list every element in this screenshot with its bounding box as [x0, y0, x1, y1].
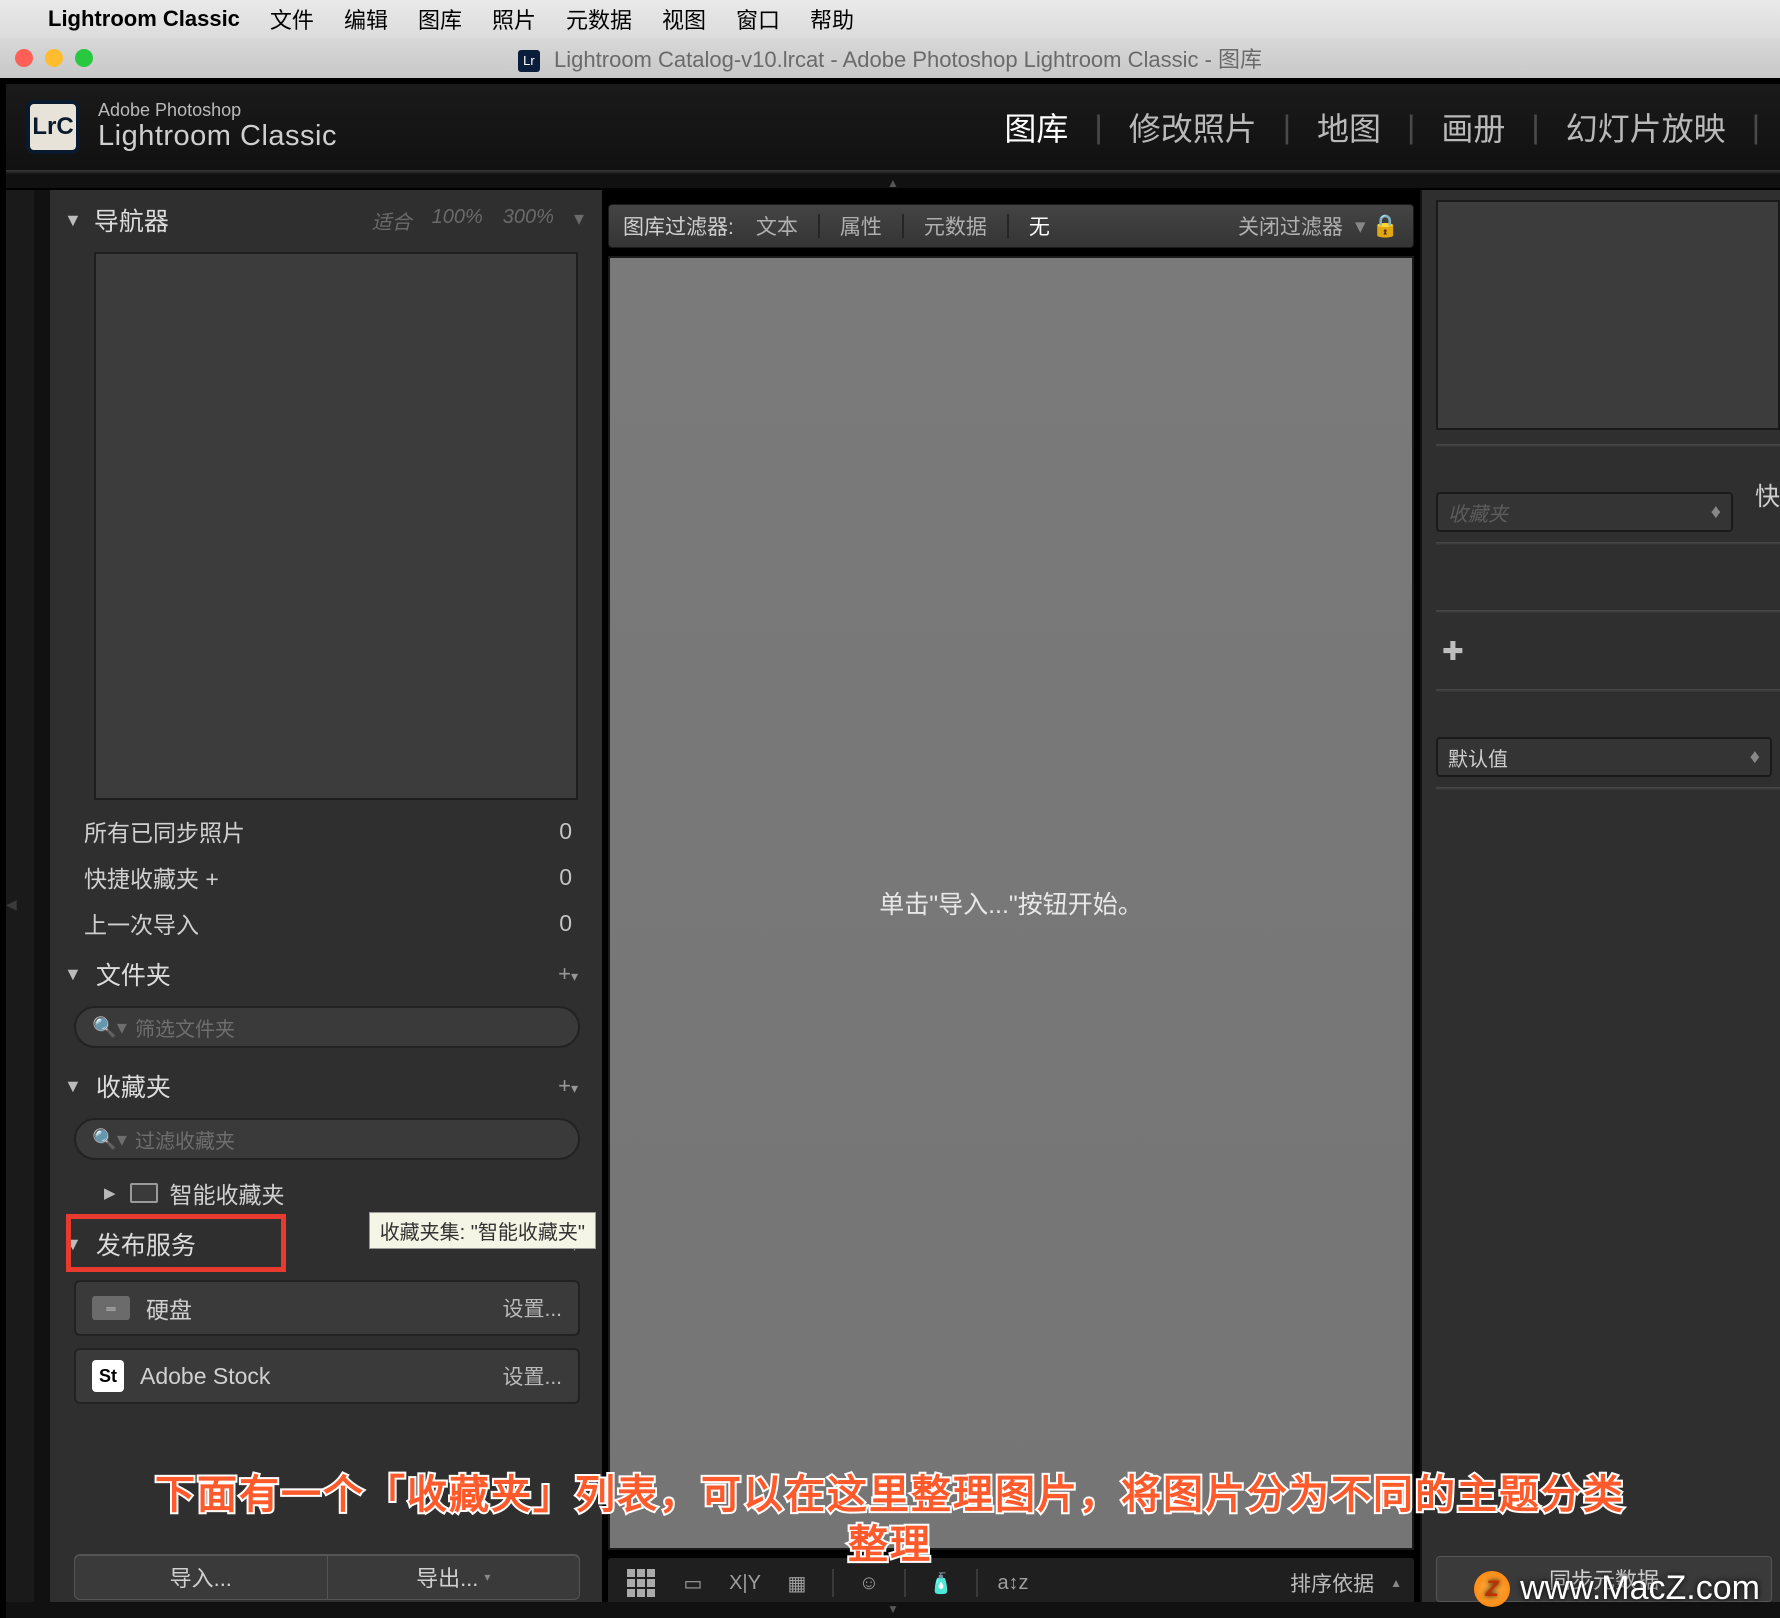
center-handle-top[interactable]: ▲: [6, 174, 1780, 188]
menu-photo[interactable]: 照片: [492, 3, 536, 35]
empty-hint: 单击"导入..."按钮开始。: [879, 885, 1143, 921]
chevron-right-icon: ▶: [104, 1184, 116, 1202]
zoom-fit[interactable]: 适合: [372, 206, 412, 235]
chevron-down-icon: ▼: [64, 210, 82, 231]
navigator-preview[interactable]: [94, 252, 578, 800]
menu-edit[interactable]: 编辑: [344, 3, 388, 35]
window-minimize-button[interactable]: [45, 49, 63, 67]
filter-none[interactable]: 无: [1025, 211, 1054, 241]
publish-adobestock-setup[interactable]: 设置...: [502, 1361, 562, 1391]
menu-library[interactable]: 图库: [418, 3, 462, 35]
spray-can-icon[interactable]: 🧴: [920, 1566, 962, 1600]
metadata-preset-dropdown[interactable]: 默认值♦: [1436, 737, 1772, 777]
left-panel-collapse[interactable]: ◀: [6, 190, 34, 1618]
toolbar-more-icon[interactable]: ▲: [1390, 1576, 1402, 1590]
filter-preset-dropdown[interactable]: ▾: [1355, 214, 1366, 239]
adobestock-icon: St: [92, 1360, 124, 1392]
people-view-icon[interactable]: ☺: [848, 1566, 890, 1600]
filter-close[interactable]: 关闭过滤器: [1238, 211, 1343, 241]
left-panel: ▼ 导航器 适合 100% 300% ▾ 所有已同步照片 0: [34, 190, 602, 1618]
publish-harddrive-setup[interactable]: 设置...: [502, 1293, 562, 1323]
add-keyword-button[interactable]: ✚: [1442, 636, 1464, 666]
brand-large: Lightroom Classic: [98, 121, 337, 153]
collections-tooltip: 收藏夹集: "智能收藏夹": [369, 1212, 596, 1249]
module-slideshow[interactable]: 幻灯片放映: [1540, 104, 1752, 150]
app-header: LrC Adobe Photoshop Lightroom Classic 图库…: [6, 84, 1780, 170]
filter-attribute[interactable]: 属性: [836, 211, 886, 241]
window-titlebar: Lr Lightroom Catalog-v10.lrcat - Adobe P…: [0, 38, 1780, 78]
collections-add-button[interactable]: +▾: [558, 1073, 584, 1099]
loupe-view-icon[interactable]: ▭: [672, 1566, 714, 1600]
collections-filter-input[interactable]: 🔍▾ 过滤收藏夹: [74, 1118, 580, 1160]
collection-preset-dropdown[interactable]: 收藏夹♦: [1436, 492, 1733, 532]
library-filter-bar: 图库过滤器: 文本 属性 元数据 无 关闭过滤器 ▾ 🔒: [608, 204, 1414, 248]
navigator-header[interactable]: ▼ 导航器 适合 100% 300% ▾: [34, 190, 602, 248]
filter-metadata[interactable]: 元数据: [920, 211, 991, 241]
folders-header[interactable]: ▼ 文件夹 +▾: [34, 946, 602, 1002]
import-button[interactable]: 导入...: [74, 1554, 328, 1600]
harddrive-icon: ═: [92, 1296, 130, 1320]
module-map[interactable]: 地图: [1291, 104, 1407, 150]
quick-develop-label: 快: [1741, 471, 1780, 519]
folders-title: 文件夹: [96, 956, 171, 992]
folders-filter-input[interactable]: 🔍▾ 筛选文件夹: [74, 1006, 580, 1048]
export-button[interactable]: 导出...▾: [328, 1554, 581, 1600]
sort-by-label[interactable]: 排序依据: [1290, 1568, 1374, 1598]
zoom-300[interactable]: 300%: [503, 206, 554, 235]
catalog-last-import[interactable]: 上一次导入 0: [34, 900, 602, 946]
filter-text[interactable]: 文本: [752, 211, 802, 241]
center-panel: 图库过滤器: 文本 属性 元数据 无 关闭过滤器 ▾ 🔒 单击"导入..."按钮…: [602, 190, 1420, 1618]
survey-view-icon[interactable]: ▦: [776, 1566, 818, 1600]
window-close-button[interactable]: [15, 49, 33, 67]
grid-view-icon[interactable]: [620, 1566, 662, 1600]
collections-title: 收藏夹: [96, 1068, 171, 1104]
window-title: Lr Lightroom Catalog-v10.lrcat - Adobe P…: [0, 42, 1780, 74]
sort-direction-icon[interactable]: a↕z: [992, 1566, 1034, 1600]
catalog-quick-collection[interactable]: 快捷收藏夹 + 0: [34, 854, 602, 900]
navigator-title: 导航器: [94, 202, 169, 238]
publish-title: 发布服务: [96, 1226, 196, 1262]
compare-view-icon[interactable]: X|Y: [724, 1566, 766, 1600]
brand-small: Adobe Photoshop: [98, 101, 337, 121]
menu-metadata[interactable]: 元数据: [566, 3, 632, 35]
filter-lock-icon[interactable]: 🔒: [1365, 213, 1399, 239]
folders-add-button[interactable]: +▾: [558, 961, 584, 987]
publish-adobestock[interactable]: St Adobe Stock 设置...: [74, 1348, 580, 1404]
chevron-down-icon: ▼: [64, 964, 82, 985]
app-icon: Lr: [518, 50, 540, 72]
zoom-100[interactable]: 100%: [432, 206, 483, 235]
lrc-logo-icon: LrC: [26, 100, 80, 154]
watermark-icon: Z: [1474, 1571, 1510, 1607]
menu-app-name[interactable]: Lightroom Classic: [48, 6, 240, 32]
watermark: Z www.MacZ.com: [1474, 1569, 1760, 1608]
zoom-dropdown-icon[interactable]: ▾: [574, 206, 584, 235]
collection-set-icon: [130, 1183, 158, 1203]
filter-label: 图库过滤器:: [623, 211, 734, 241]
mac-menubar: Lightroom Classic 文件 编辑 图库 照片 元数据 视图 窗口 …: [0, 0, 1780, 38]
publish-harddrive[interactable]: ═ 硬盘 设置...: [74, 1280, 580, 1336]
bottom-toolbar: ▭ X|Y ▦ ☺ 🧴 a↕z 排序依据 ▲: [608, 1558, 1414, 1608]
chevron-down-icon: ▼: [64, 1234, 82, 1255]
publish-header[interactable]: ▼ 发布服务 +▾ 收藏夹集: "智能收藏夹": [34, 1216, 602, 1272]
module-develop[interactable]: 修改照片: [1103, 104, 1283, 150]
smart-collections-item[interactable]: ▶ 智能收藏夹: [34, 1170, 602, 1216]
right-panel: 收藏夹♦ 快 ✚ 默认值♦ 同步元数据: [1420, 190, 1780, 1618]
module-book[interactable]: 画册: [1415, 104, 1531, 150]
menu-help[interactable]: 帮助: [810, 3, 854, 35]
search-icon: 🔍▾: [92, 1127, 127, 1152]
module-library[interactable]: 图库: [978, 104, 1094, 150]
menu-window[interactable]: 窗口: [736, 3, 780, 35]
menu-file[interactable]: 文件: [270, 3, 314, 35]
collections-header[interactable]: ▼ 收藏夹 +▾: [34, 1058, 602, 1114]
window-maximize-button[interactable]: [75, 49, 93, 67]
catalog-synced-photos[interactable]: 所有已同步照片 0: [34, 808, 602, 854]
menu-view[interactable]: 视图: [662, 3, 706, 35]
grid-view-area[interactable]: 单击"导入..."按钮开始。: [608, 256, 1414, 1550]
search-icon: 🔍▾: [92, 1015, 127, 1040]
chevron-down-icon: ▼: [64, 1076, 82, 1097]
histogram[interactable]: [1436, 200, 1780, 430]
